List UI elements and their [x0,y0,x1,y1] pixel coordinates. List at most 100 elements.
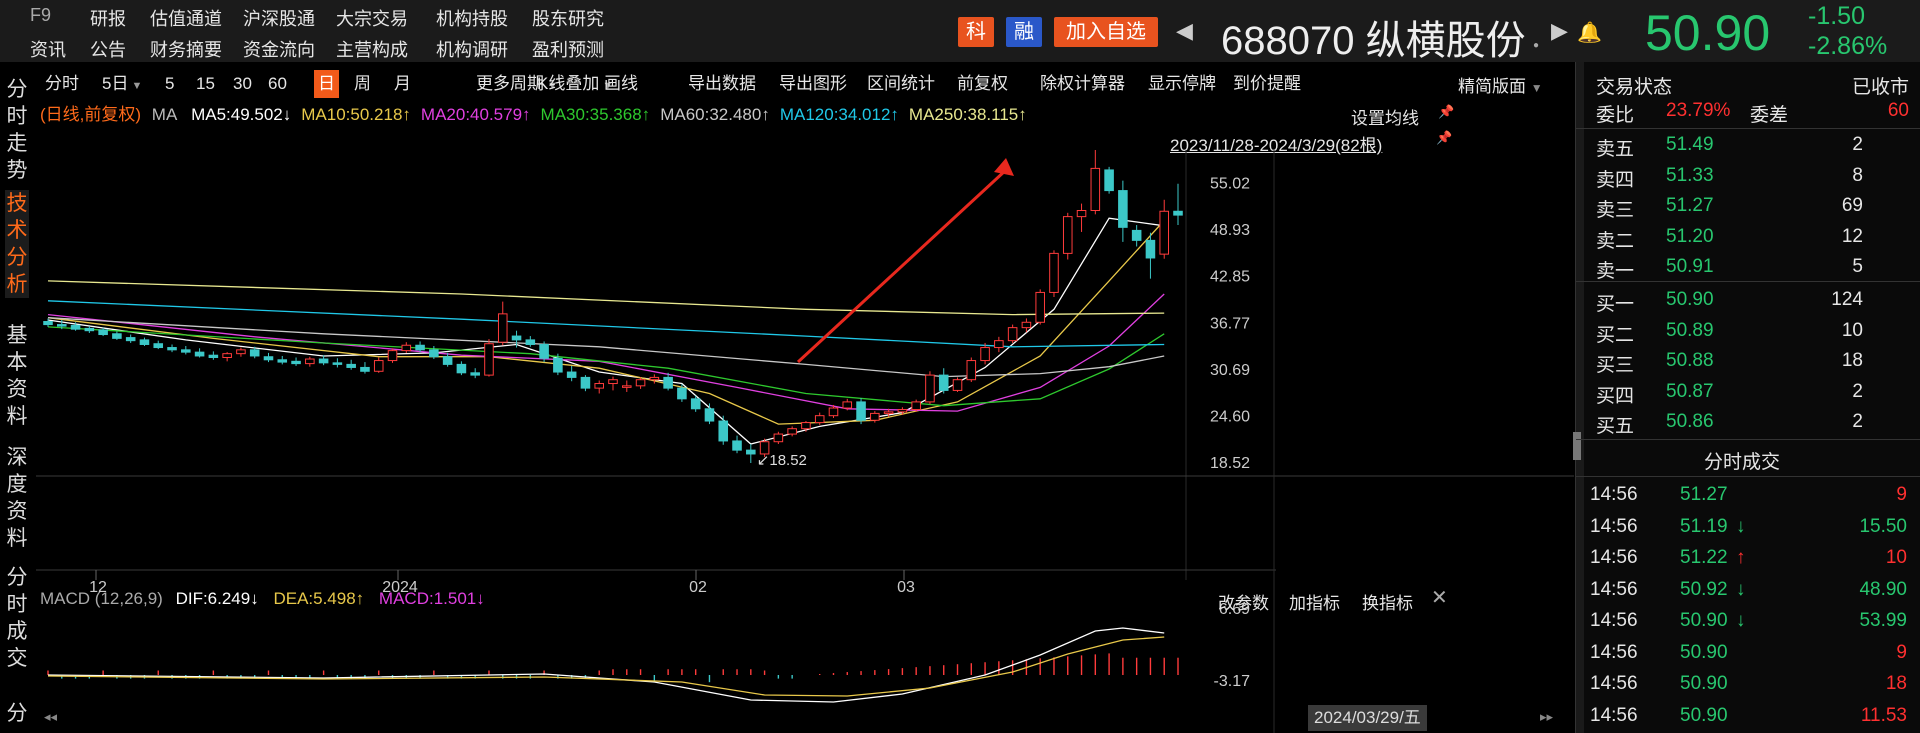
ma-line-ma10 [47,220,1165,425]
left-tab-4[interactable]: 分时成交 [5,564,29,672]
period-tab-16[interactable]: 除权计算器 [1040,70,1125,98]
candle-body [925,374,935,403]
level-volume: 10 [1841,319,1863,341]
left-tab-2[interactable]: 基本资料 [5,322,29,430]
candle-body [580,376,591,389]
trade-price: 50.90 [1680,610,1728,631]
period-tab-1[interactable]: 5日 ▼ [102,70,142,98]
candle-body [525,339,536,345]
weibi-value: 23.79% [1666,100,1731,121]
period-tab-label: 更多周期 [476,74,544,93]
period-tab-12[interactable]: 导出数据 [688,70,756,98]
level-volume: 8 [1852,164,1863,186]
period-tab-7[interactable]: 周 [354,70,371,98]
top-nav-nav2-4[interactable]: 主营构成 [336,36,408,62]
top-nav-nav1-4[interactable]: 大宗交易 [336,5,408,31]
period-tab-15[interactable]: 前复权 [957,70,1008,98]
period-tab-10[interactable]: K线叠加 ▼ [537,70,613,98]
asks-row[interactable]: 卖五 51.49 2 [1576,130,1920,160]
candle-body [263,356,274,361]
candle-body [1159,210,1169,255]
add-watchlist-button[interactable]: 加入自选 [1054,17,1158,47]
top-bar: F9 研报 估值通道 沪深股通 大宗交易 机构持股 股东研究 资讯 公告 财务摘要 资金流向 主营构… [0,0,1920,63]
candle-body [222,353,232,358]
close-icon[interactable]: ✕ [1431,585,1448,610]
ke-badge[interactable]: 科 [958,17,994,47]
bell-icon[interactable]: 🔔 [1577,20,1602,45]
candle-body [387,350,398,362]
top-nav-nav2-3[interactable]: 资金流向 [243,36,315,62]
period-tab-8[interactable]: 月 [394,70,411,98]
trade-status-row: 交易状态 已收市 [1576,68,1920,98]
left-tab-1[interactable]: 技术分析 [5,190,29,298]
asks-row[interactable]: 卖二 51.20 12 [1576,222,1920,252]
candle-body [690,398,701,410]
scroll-right-icon[interactable]: ▸▸ [1540,709,1553,725]
period-tab-18[interactable]: 到价提醒 [1233,70,1301,98]
scroll-left-icon[interactable]: ◂◂ [44,709,57,725]
prev-stock-icon[interactable]: ◀ [1176,18,1193,44]
left-tab-5[interactable]: 分 [5,700,29,727]
period-tab-label: 周 [354,74,371,93]
top-nav-nav1-1[interactable]: 研报 [90,5,126,31]
period-tab-13[interactable]: 导出图形 [779,70,847,98]
asks-row[interactable]: 卖四 51.33 8 [1576,161,1920,191]
candle-body [401,344,412,352]
bids-row[interactable]: 买四 50.87 2 [1576,377,1920,407]
ma-legend-item: MA120:34.012↑ [779,105,899,124]
period-tab-14[interactable]: 区间统计 [867,70,935,98]
top-nav-nav1-6[interactable]: 股东研究 [532,5,604,31]
candle-body [511,335,522,341]
period-tab-6[interactable]: 日 [314,70,339,98]
top-nav-nav2-5[interactable]: 机构调研 [436,36,508,62]
period-tab-11[interactable]: 画线 [604,70,638,98]
kline-chart[interactable]: 61.1055.0248.9342.8536.7730.6924.6018.52… [36,150,1574,733]
period-tab-2[interactable]: 5 [165,70,174,98]
period-tab-3[interactable]: 15 [196,70,215,98]
left-tab-3[interactable]: 深度资料 [5,444,29,552]
top-nav-nav1-5[interactable]: 机构持股 [436,5,508,31]
period-tab-17[interactable]: 显示停牌 [1148,70,1216,98]
level-volume: 124 [1831,289,1863,310]
bids-row[interactable]: 买三 50.88 18 [1576,346,1920,376]
top-nav-nav1-3[interactable]: 沪深股通 [243,5,315,31]
trend-arrow-head [994,158,1014,176]
ma-line-ma5 [47,217,1165,445]
left-tab-0[interactable]: 分时走势 [5,76,29,184]
level-volume: 2 [1852,411,1863,432]
ma-line-ma250 [47,280,1165,316]
candle-body [1173,210,1183,216]
top-nav-nav2-6[interactable]: 盈利预测 [532,36,604,62]
set-ma-button[interactable]: 设置均线 [1351,104,1419,129]
top-nav-nav2-2[interactable]: 财务摘要 [150,36,222,62]
candle-body [470,372,480,376]
bids-row[interactable]: 买五 50.86 2 [1576,407,1920,437]
candle-body [346,363,356,368]
period-tab-5[interactable]: 60 [268,70,287,98]
asks-row[interactable]: 卖三 51.27 69 [1576,191,1920,221]
period-tab-4[interactable]: 30 [233,70,252,98]
low-annotation: ↙18.52 [757,452,807,469]
pin-icon[interactable]: 📌 [1438,104,1454,120]
rong-badge[interactable]: 融 [1006,17,1042,47]
layout-mode-select[interactable]: 精简版面 ▼ [1458,72,1543,97]
top-nav-nav1-2[interactable]: 估值通道 [150,5,222,31]
candle-body [966,360,977,381]
candle-body [718,420,729,442]
pin-icon-2[interactable]: 📌 [1436,130,1452,146]
macd-tool-switch[interactable]: 换指标 [1362,589,1413,614]
bids-row[interactable]: 买一 50.90 124 [1576,285,1920,315]
y-tick-label: 30.69 [1210,362,1250,379]
macd-tool-add[interactable]: 加指标 [1289,589,1340,614]
asks-row[interactable]: 卖一 50.91 5 [1576,252,1920,282]
candle-body [1104,169,1114,192]
candle-body [194,351,205,357]
bids-row[interactable]: 买二 50.89 10 [1576,316,1920,346]
macd-tool-params[interactable]: 改参数 [1218,589,1269,614]
next-stock-icon[interactable]: ▶ [1551,18,1568,44]
top-nav-nav2-0[interactable]: 资讯 [30,36,66,62]
period-tab-0[interactable]: 分时 [45,70,79,98]
top-nav-nav2-1[interactable]: 公告 [90,36,126,62]
high-annotation: ↖61.10 [1105,150,1155,151]
top-nav-nav1-0[interactable]: F9 [30,5,51,26]
